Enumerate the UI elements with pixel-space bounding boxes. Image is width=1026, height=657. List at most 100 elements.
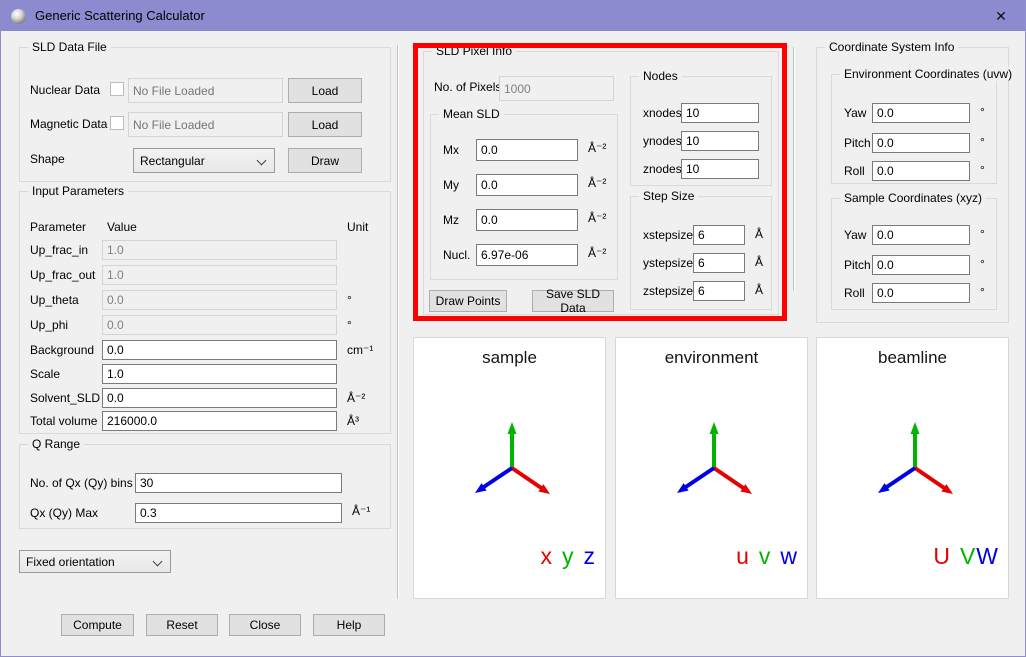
no-of-pixels-label: No. of Pixels [434, 80, 501, 94]
sample-coord-row: Yaw ° [832, 225, 996, 247]
no-of-pixels-field [499, 76, 614, 101]
coordinate-system-info-title: Coordinate System Info [825, 40, 958, 54]
parameter-label: Background [30, 343, 94, 357]
sld-pixel-info-title: SLD Pixel Info [432, 44, 516, 58]
qx-bins-label: No. of Qx (Qy) bins [30, 476, 133, 490]
xnodes-input[interactable] [681, 103, 759, 123]
zstepsize-input[interactable] [693, 281, 745, 301]
sample-coord-row: Roll ° [832, 283, 996, 305]
my-input[interactable] [476, 174, 578, 196]
sample-yaw-unit: ° [980, 227, 985, 241]
shape-label: Shape [30, 152, 65, 166]
nuclear-load-button[interactable]: Load [288, 78, 362, 103]
close-icon[interactable]: ✕ [985, 1, 1017, 31]
sample-pitch-label: Pitch [844, 258, 871, 272]
reset-button[interactable]: Reset [146, 614, 218, 636]
compute-button[interactable]: Compute [61, 614, 134, 636]
mz-unit: Å⁻² [588, 211, 606, 225]
orientation-combobox-value: Fixed orientation [26, 555, 115, 569]
parameter-input [102, 240, 337, 260]
nucl-input[interactable] [476, 244, 578, 266]
xnodes-label: xnodes [643, 106, 682, 120]
plot-title: beamline [817, 348, 1008, 368]
znodes-input[interactable] [681, 159, 759, 179]
qx-bins-input[interactable] [135, 473, 342, 493]
nuclear-data-checkbox[interactable] [110, 82, 124, 96]
axes-arrows [616, 368, 809, 568]
parameter-unit: ° [347, 318, 352, 332]
parameter-row: Total volume Å³ [20, 411, 390, 433]
step-size-group: Step Size xstepsize Å ystepsize Å zsteps… [630, 196, 772, 310]
parameter-label: Solvent_SLD [30, 391, 100, 405]
sample-pitch-input[interactable] [872, 255, 970, 275]
env-yaw-input[interactable] [872, 103, 970, 123]
mz-input[interactable] [476, 209, 578, 231]
plot-title: sample [414, 348, 605, 368]
my-label: My [443, 178, 459, 192]
app-sphere-icon [11, 9, 26, 24]
parameter-input [102, 315, 337, 335]
generic-scattering-calculator-window: Generic Scattering Calculator ✕ SLD Data… [0, 0, 1026, 657]
U-axis-label: U [933, 543, 950, 569]
magnetic-load-button[interactable]: Load [288, 112, 362, 137]
axis-letter-labels: uvw [736, 543, 797, 570]
parameter-row: Background cm⁻¹ [20, 340, 390, 362]
parameter-input[interactable] [102, 411, 337, 431]
q-range-group: Q Range No. of Qx (Qy) bins Qx (Qy) Max … [19, 444, 391, 529]
close-button[interactable]: Close [229, 614, 301, 636]
env-pitch-input[interactable] [872, 133, 970, 153]
input-parameters-title: Input Parameters [28, 184, 128, 198]
shape-combobox[interactable]: Rectangular [133, 148, 275, 173]
parameter-input[interactable] [102, 364, 337, 384]
parameter-unit: Å⁻² [347, 391, 365, 405]
beamline-axes-plot: beamline UVW [816, 337, 1009, 599]
nodes-title: Nodes [639, 69, 682, 83]
env-coord-row: Yaw ° [832, 103, 996, 125]
axes-arrows [414, 368, 607, 568]
sld-pixel-info-group: SLD Pixel Info No. of Pixels Mean SLD Mx… [423, 51, 779, 315]
nuclear-data-file-field [128, 78, 283, 103]
mx-input[interactable] [476, 139, 578, 161]
ystepsize-label: ystepsize [643, 256, 693, 270]
env-roll-unit: ° [980, 163, 985, 177]
nuclear-data-label: Nuclear Data [30, 83, 100, 97]
parameter-row: Up_frac_in [20, 240, 390, 262]
ynodes-input[interactable] [681, 131, 759, 151]
parameter-row: Up_phi ° [20, 315, 390, 337]
parameter-label: Total volume [30, 414, 97, 428]
window-title: Generic Scattering Calculator [35, 1, 205, 31]
shape-combobox-value: Rectangular [140, 154, 205, 168]
draw-button[interactable]: Draw [288, 148, 362, 173]
column-header-value: Value [107, 220, 137, 234]
title-bar: Generic Scattering Calculator ✕ [1, 1, 1025, 31]
parameter-input [102, 265, 337, 285]
zstepsize-unit: Å [755, 283, 763, 297]
env-roll-input[interactable] [872, 161, 970, 181]
parameter-unit: Å³ [347, 414, 359, 428]
sample-coordinates-title: Sample Coordinates (xyz) [840, 191, 986, 205]
save-sld-data-button[interactable]: Save SLD Data [532, 290, 614, 312]
environment-coordinates-group: Environment Coordinates (uvw) Yaw ° Pitc… [831, 74, 997, 184]
help-button[interactable]: Help [313, 614, 385, 636]
ystepsize-input[interactable] [693, 253, 745, 273]
zstepsize-label: zstepsize [643, 284, 693, 298]
sample-yaw-input[interactable] [872, 225, 970, 245]
plot-title: environment [616, 348, 807, 368]
env-yaw-label: Yaw [844, 106, 866, 120]
step-size-row: xstepsize Å [631, 225, 771, 247]
magnetic-data-checkbox[interactable] [110, 116, 124, 130]
qx-max-input[interactable] [135, 503, 342, 523]
sample-roll-input[interactable] [872, 283, 970, 303]
parameter-label: Up_phi [30, 318, 68, 332]
xstepsize-input[interactable] [693, 225, 745, 245]
nucl-label: Nucl. [443, 248, 470, 262]
parameter-input[interactable] [102, 340, 337, 360]
w-axis-label: w [780, 543, 797, 569]
v-axis-label: v [759, 543, 771, 569]
env-coord-row: Pitch ° [832, 133, 996, 155]
draw-points-button[interactable]: Draw Points [429, 290, 507, 312]
parameter-input[interactable] [102, 388, 337, 408]
orientation-combobox[interactable]: Fixed orientation [19, 550, 171, 573]
sample-yaw-label: Yaw [844, 228, 866, 242]
axis-letter-labels: UVW [933, 543, 998, 570]
